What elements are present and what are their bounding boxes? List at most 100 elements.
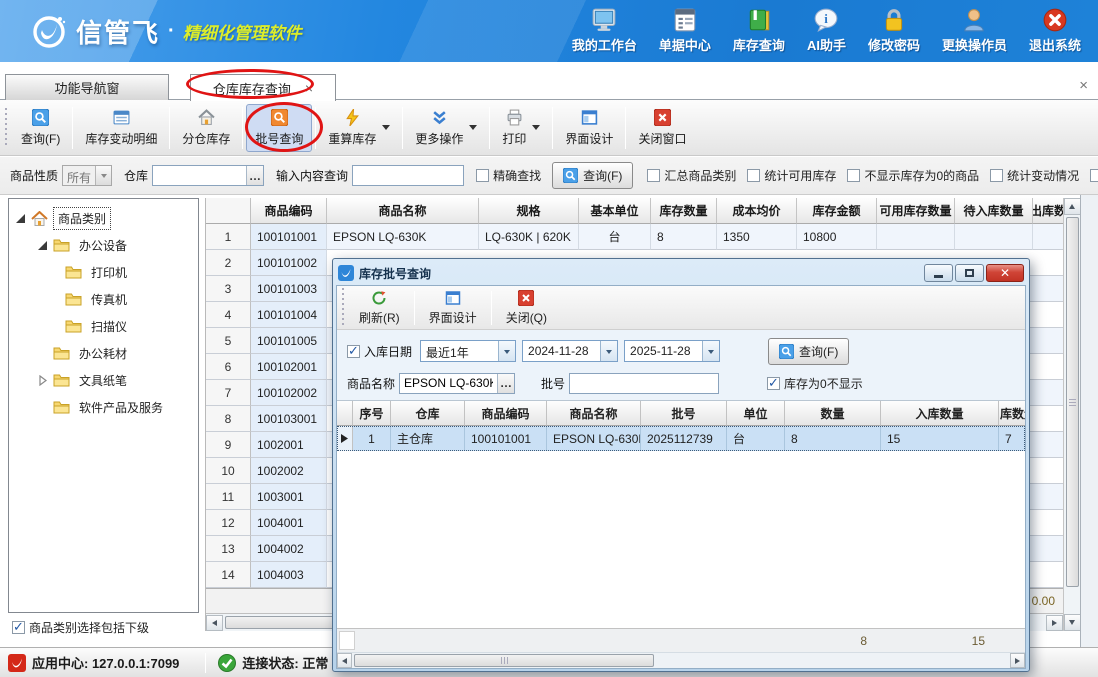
- table-row[interactable]: 1 100101001 EPSON LQ-630K LQ-630K | 620K…: [206, 224, 1063, 250]
- header-stock-qty[interactable]: 库存数量: [651, 198, 717, 224]
- dropdown-arrow-icon[interactable]: [95, 166, 111, 185]
- tree-item-office-equipment[interactable]: 办公设备: [9, 232, 198, 259]
- header-product-code[interactable]: 商品编码: [465, 401, 547, 426]
- header-rownum[interactable]: [206, 198, 251, 224]
- dialog-query-button[interactable]: 查询(F): [768, 338, 849, 365]
- nav-inventory-query[interactable]: 库存查询: [722, 6, 796, 56]
- header-pending-out-qty[interactable]: 待出库数量: [1033, 198, 1063, 224]
- header-qty[interactable]: 数量: [785, 401, 881, 426]
- scroll-right-icon[interactable]: [1046, 615, 1063, 631]
- header-seq[interactable]: 序号: [353, 401, 391, 426]
- header-unit[interactable]: 单位: [727, 401, 785, 426]
- inbound-date-checkbox[interactable]: [347, 345, 360, 358]
- count-available-checkbox-wrap[interactable]: 统计可用库存: [747, 167, 836, 184]
- nav-change-password[interactable]: 修改密码: [857, 6, 931, 56]
- header-product-code[interactable]: 商品编码: [251, 198, 327, 224]
- header-warehouse[interactable]: 仓库: [391, 401, 465, 426]
- tree-item-fax[interactable]: 传真机: [9, 286, 198, 313]
- scroll-right-icon[interactable]: [1010, 653, 1025, 668]
- nav-my-workbench[interactable]: 我的工作台: [561, 6, 648, 56]
- hide-zero-checkbox[interactable]: [767, 377, 780, 390]
- product-nature-select[interactable]: 所有: [62, 165, 112, 186]
- dialog-ui-design-button[interactable]: 界面设计: [419, 287, 487, 329]
- product-name-input[interactable]: [400, 374, 497, 393]
- ellipsis-picker-icon[interactable]: …: [246, 166, 263, 185]
- summarize-category-checkbox[interactable]: [647, 169, 660, 182]
- dropdown-arrow-icon[interactable]: [702, 341, 719, 361]
- nav-switch-operator[interactable]: 更换操作员: [931, 6, 1018, 56]
- filter-query-button[interactable]: 查询(F): [552, 162, 633, 189]
- tree-item-printer[interactable]: 打印机: [9, 259, 198, 286]
- tab-warehouse-inventory-query[interactable]: 仓库库存查询 ×: [190, 74, 336, 101]
- header-stock-amount[interactable]: 库存金额: [797, 198, 877, 224]
- refresh-button[interactable]: 刷新(R): [349, 287, 410, 329]
- header-in-qty[interactable]: 入库数量: [881, 401, 999, 426]
- dialog-horizontal-scrollbar[interactable]: [337, 652, 1025, 668]
- close-window-button[interactable]: 关闭窗口: [629, 104, 695, 152]
- clipped-checkbox-wrap[interactable]: [1090, 169, 1098, 182]
- warehouse-input[interactable]: [153, 166, 246, 185]
- header-available-qty[interactable]: 可用库存数量: [877, 198, 955, 224]
- tree-item-scanner[interactable]: 扫描仪: [9, 313, 198, 340]
- header-avg-cost[interactable]: 成本均价: [717, 198, 797, 224]
- date-to-select[interactable]: 2025-11-28: [624, 340, 720, 362]
- header-spec[interactable]: 规格: [479, 198, 579, 224]
- warehouse-stock-button[interactable]: 分仓库存: [173, 104, 239, 152]
- tree-collapsed-icon[interactable]: [37, 375, 48, 386]
- tab-close-icon[interactable]: ×: [305, 81, 313, 95]
- tree-expanded-icon[interactable]: [15, 213, 26, 224]
- scrollbar-thumb[interactable]: [354, 654, 654, 667]
- batch-input[interactable]: [570, 374, 718, 393]
- include-sublevel-checkbox-wrap[interactable]: 商品类别选择包括下级: [12, 619, 149, 636]
- dropdown-arrow-icon[interactable]: [600, 341, 617, 361]
- tab-function-navigator[interactable]: 功能导航窗: [5, 74, 169, 100]
- exact-search-checkbox[interactable]: [476, 169, 489, 182]
- header-out-qty[interactable]: 出库数量: [999, 401, 1025, 426]
- maximize-button[interactable]: [955, 264, 984, 282]
- scroll-left-icon[interactable]: [337, 653, 352, 668]
- print-button[interactable]: 打印: [493, 104, 549, 152]
- nav-ai-assistant[interactable]: i AI助手: [796, 6, 857, 56]
- stock-movement-detail-button[interactable]: 库存变动明细: [76, 104, 166, 152]
- nav-exit-system[interactable]: 退出系统: [1018, 6, 1092, 56]
- count-movement-checkbox[interactable]: [990, 169, 1003, 182]
- tree-item-product-category[interactable]: 商品类别: [9, 205, 198, 232]
- header-product-name[interactable]: 商品名称: [327, 198, 479, 224]
- query-button[interactable]: 查询(F): [12, 104, 69, 152]
- scroll-up-icon[interactable]: [1064, 198, 1081, 215]
- batch-number-query-button[interactable]: 批号查询: [246, 104, 312, 152]
- vertical-scrollbar[interactable]: [1063, 198, 1080, 631]
- ui-design-button[interactable]: 界面设计: [556, 104, 622, 152]
- summarize-category-checkbox-wrap[interactable]: 汇总商品类别: [647, 167, 736, 184]
- ellipsis-picker-icon[interactable]: …: [497, 374, 514, 393]
- hide-zero-stock-checkbox-wrap[interactable]: 不显示库存为0的商品: [847, 167, 979, 184]
- scroll-left-icon[interactable]: [206, 615, 223, 631]
- include-sublevel-checkbox[interactable]: [12, 621, 25, 634]
- header-batch[interactable]: 批号: [641, 401, 727, 426]
- tree-expanded-icon[interactable]: [37, 240, 48, 251]
- dialog-close-toolbar-button[interactable]: 关闭(Q): [496, 287, 557, 329]
- tree-item-software-services[interactable]: 软件产品及服务: [9, 394, 198, 421]
- dialog-table-row-selected[interactable]: 1 主仓库 100101001 EPSON LQ-630K 2025112739…: [337, 426, 1025, 451]
- more-actions-button[interactable]: 更多操作: [406, 104, 486, 152]
- dropdown-arrow-icon[interactable]: [498, 341, 515, 361]
- date-from-select[interactable]: 2024-11-28: [522, 340, 618, 362]
- count-movement-checkbox-wrap[interactable]: 统计变动情况: [990, 167, 1079, 184]
- scroll-down-icon[interactable]: [1064, 614, 1081, 631]
- scrollbar-thumb[interactable]: [1066, 217, 1079, 587]
- tree-item-office-supplies[interactable]: 办公耗材: [9, 340, 198, 367]
- date-range-select[interactable]: 最近1年: [420, 340, 516, 362]
- header-product-name[interactable]: 商品名称: [547, 401, 641, 426]
- clipped-checkbox[interactable]: [1090, 169, 1098, 182]
- nav-document-center[interactable]: 单据中心: [648, 6, 722, 56]
- count-available-checkbox[interactable]: [747, 169, 760, 182]
- header-pending-in-qty[interactable]: 待入库数量: [955, 198, 1033, 224]
- hide-zero-stock-checkbox[interactable]: [847, 169, 860, 182]
- dialog-close-button[interactable]: ✕: [986, 264, 1024, 282]
- exact-search-checkbox-wrap[interactable]: 精确查找: [476, 167, 541, 184]
- panel-close-icon[interactable]: ×: [1079, 78, 1088, 93]
- recalculate-stock-button[interactable]: 重算库存: [319, 104, 399, 152]
- header-base-unit[interactable]: 基本单位: [579, 198, 651, 224]
- tree-item-stationery[interactable]: 文具纸笔: [9, 367, 198, 394]
- minimize-button[interactable]: [924, 264, 953, 282]
